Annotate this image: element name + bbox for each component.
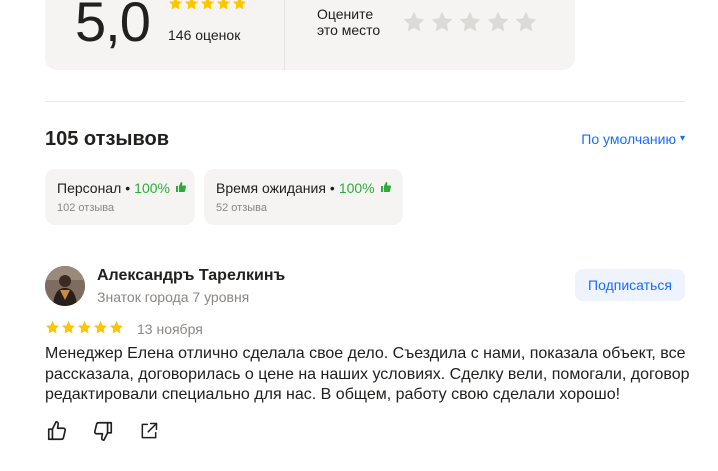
thumbs-up-icon <box>380 180 392 196</box>
rate-stars-input[interactable] <box>402 10 538 34</box>
rating-card: 5,0 146 оценок Оцените это место <box>45 0 575 70</box>
card-divider <box>284 0 285 70</box>
rating-stars <box>168 0 247 11</box>
star-filled-icon <box>232 0 247 11</box>
aspect-card-wait-time[interactable]: Время ожидания • 100% 52 отзыва <box>204 169 403 225</box>
sort-dropdown[interactable]: По умолчанию ▾ <box>581 130 685 148</box>
review-stars <box>45 320 124 335</box>
rating-count: 146 оценок <box>168 27 241 43</box>
review-author-level: Знаток города 7 уровня <box>97 289 250 305</box>
star-empty-icon[interactable] <box>486 10 510 34</box>
aspect-card-staff[interactable]: Персонал • 100% 102 отзыва <box>45 169 195 225</box>
star-empty-icon[interactable] <box>514 10 538 34</box>
reviews-count-title: 105 отзывов <box>45 128 170 150</box>
average-rating: 5,0 <box>75 0 151 53</box>
star-filled-icon <box>77 320 92 335</box>
review-text: Менеджер Елена отлично сделала свое дело… <box>45 345 690 403</box>
avatar[interactable] <box>45 266 85 306</box>
aspect-name: Время ожидания <box>216 180 326 196</box>
star-filled-icon <box>216 0 231 11</box>
star-filled-icon <box>61 320 76 335</box>
sort-label: По умолчанию <box>581 131 676 147</box>
dislike-button[interactable] <box>91 421 115 445</box>
aspect-separator: • <box>329 180 335 196</box>
aspect-percent: 100% <box>338 180 375 196</box>
rate-prompt: Оцените это место <box>317 6 380 38</box>
aspect-separator: • <box>125 180 131 196</box>
star-filled-icon <box>45 320 60 335</box>
aspect-percent: 100% <box>134 180 170 196</box>
star-filled-icon <box>168 0 183 11</box>
like-button[interactable] <box>45 420 69 447</box>
star-filled-icon <box>93 320 108 335</box>
star-empty-icon[interactable] <box>458 10 482 34</box>
aspect-review-count: 52 отзыва <box>216 202 267 214</box>
section-divider <box>45 101 685 102</box>
review-date: 13 ноября <box>137 321 203 337</box>
share-button[interactable] <box>137 421 161 445</box>
share-icon <box>139 421 159 446</box>
thumbs-up-icon <box>175 180 187 196</box>
star-filled-icon <box>184 0 199 11</box>
review-actions <box>45 420 161 447</box>
rate-prompt-line1: Оцените <box>317 6 374 22</box>
review-author-name[interactable]: Александръ Тарелкинъ <box>97 266 285 286</box>
star-filled-icon <box>109 320 124 335</box>
chevron-down-icon: ▾ <box>679 133 685 144</box>
star-filled-icon <box>200 0 215 11</box>
aspect-name: Персонал <box>57 180 122 196</box>
subscribe-button[interactable]: Подписаться <box>575 269 685 301</box>
aspect-review-count: 102 отзыва <box>57 202 115 214</box>
star-empty-icon[interactable] <box>402 10 426 34</box>
thumbs-up-icon <box>46 420 68 447</box>
rate-prompt-line2: это место <box>317 22 381 38</box>
star-empty-icon[interactable] <box>430 10 454 34</box>
thumbs-down-icon <box>92 420 114 447</box>
